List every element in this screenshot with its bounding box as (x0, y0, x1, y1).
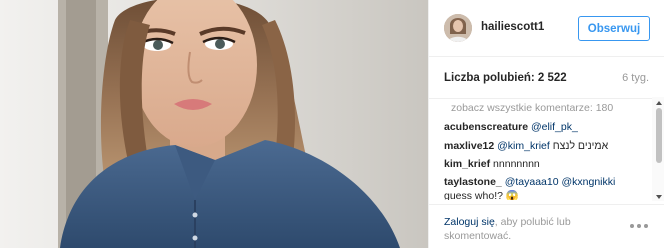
post-photo[interactable] (0, 0, 428, 248)
dot (630, 224, 634, 228)
comment-text: אמינים לנצח (552, 140, 609, 152)
post-age[interactable]: 6 tyg. (622, 72, 649, 84)
post-embed: hailiescott1 Obserwuj Liczba polubień: 2… (0, 0, 664, 248)
scrollbar-thumb[interactable] (656, 108, 662, 163)
avatar[interactable] (444, 14, 472, 42)
comment-text: nnnnnnnn (493, 158, 540, 170)
comments-list: zobacz wszystkie komentarze: 180 acubens… (429, 98, 664, 200)
comment: maxlive12 @kim_krief אמינים לנצח (444, 140, 608, 152)
dot (644, 224, 648, 228)
comment-username[interactable]: kim_krief (444, 158, 490, 170)
comment-continuation: guess who!? 😱 (444, 189, 519, 200)
scroll-down-arrow-icon[interactable] (656, 195, 662, 199)
likes-count: Liczba polubień: 2 522 (444, 72, 567, 84)
comment-username[interactable]: acubenscreature (444, 121, 528, 133)
view-all-comments-link[interactable]: zobacz wszystkie komentarze: 180 (451, 102, 613, 114)
scroll-up-arrow-icon[interactable] (656, 101, 662, 105)
comment-username[interactable]: taylastone_ (444, 176, 502, 188)
login-link[interactable]: Zaloguj się (444, 216, 495, 228)
portrait-image (0, 0, 428, 248)
comment-text[interactable]: @elif_pk_ (531, 121, 578, 133)
username-link[interactable]: hailiescott1 (481, 21, 544, 33)
comment-text[interactable]: @tayaaa10 @kxngnikki (505, 176, 616, 188)
comment-text-line2: guess who!? 😱 (444, 190, 519, 200)
comment-mention[interactable]: @kim_krief (497, 140, 550, 152)
post-side-panel: hailiescott1 Obserwuj Liczba polubień: 2… (428, 0, 664, 248)
login-prompt: Zaloguj się, aby polubić lub skomentować… (444, 215, 604, 243)
comment-username[interactable]: maxlive12 (444, 140, 494, 152)
comment: acubenscreature @elif_pk_ (444, 121, 578, 133)
comment: kim_krief nnnnnnnn (444, 158, 540, 170)
post-header: hailiescott1 Obserwuj (429, 0, 664, 57)
dot (637, 224, 641, 228)
comment: taylastone_ @tayaaa10 @kxngnikki (444, 176, 615, 188)
avatar-image (444, 14, 472, 42)
more-options-icon[interactable] (630, 222, 650, 230)
post-footer: Zaloguj się, aby polubić lub skomentować… (429, 204, 664, 248)
follow-button[interactable]: Obserwuj (578, 16, 650, 41)
